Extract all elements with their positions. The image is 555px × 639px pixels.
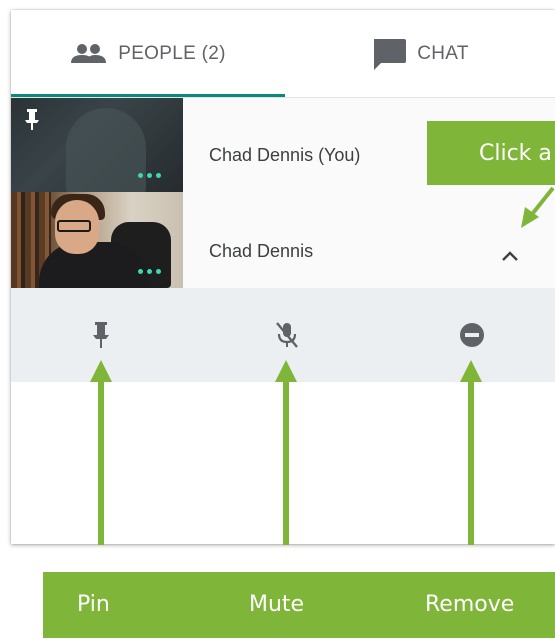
tab-people[interactable]: PEOPLE (2)	[11, 10, 285, 97]
tab-chat-label: CHAT	[417, 42, 469, 64]
tab-chat[interactable]: CHAT	[285, 10, 555, 97]
participant-name: Chad Dennis	[209, 241, 314, 261]
participant-video-thumbnail[interactable]	[11, 192, 183, 288]
tab-people-label: PEOPLE (2)	[118, 42, 226, 64]
more-options-icon[interactable]	[138, 173, 161, 178]
more-options-icon[interactable]	[138, 269, 161, 274]
annotation-label-remove: Remove	[425, 592, 515, 617]
participant-name: Chad Dennis (You)	[209, 145, 361, 165]
annotation-label-mute: Mute	[249, 592, 305, 617]
participant-actions-bar	[11, 288, 555, 382]
hangout-people-panel: PEOPLE (2) CHAT Chad Dennis (You) Chad D…	[11, 10, 555, 544]
chevron-up-icon[interactable]	[498, 246, 522, 266]
active-tab-indicator	[11, 94, 285, 97]
people-icon	[70, 43, 108, 65]
annotation-label-pin: Pin	[77, 592, 110, 617]
mic-off-icon[interactable]	[272, 320, 302, 350]
chat-bubble-icon	[371, 37, 407, 71]
pinned-icon	[23, 108, 43, 132]
pin-icon[interactable]	[86, 320, 116, 350]
remove-circle-icon[interactable]	[457, 320, 487, 350]
tab-bar: PEOPLE (2) CHAT	[11, 10, 555, 98]
participant-row[interactable]: Chad Dennis	[11, 192, 555, 288]
annotation-labels-bar: Pin Mute Remove	[43, 572, 555, 638]
annotation-callout-top: Click a	[427, 121, 555, 185]
participant-video-thumbnail[interactable]	[11, 98, 183, 192]
annotation-top-text: Click a	[479, 140, 552, 166]
